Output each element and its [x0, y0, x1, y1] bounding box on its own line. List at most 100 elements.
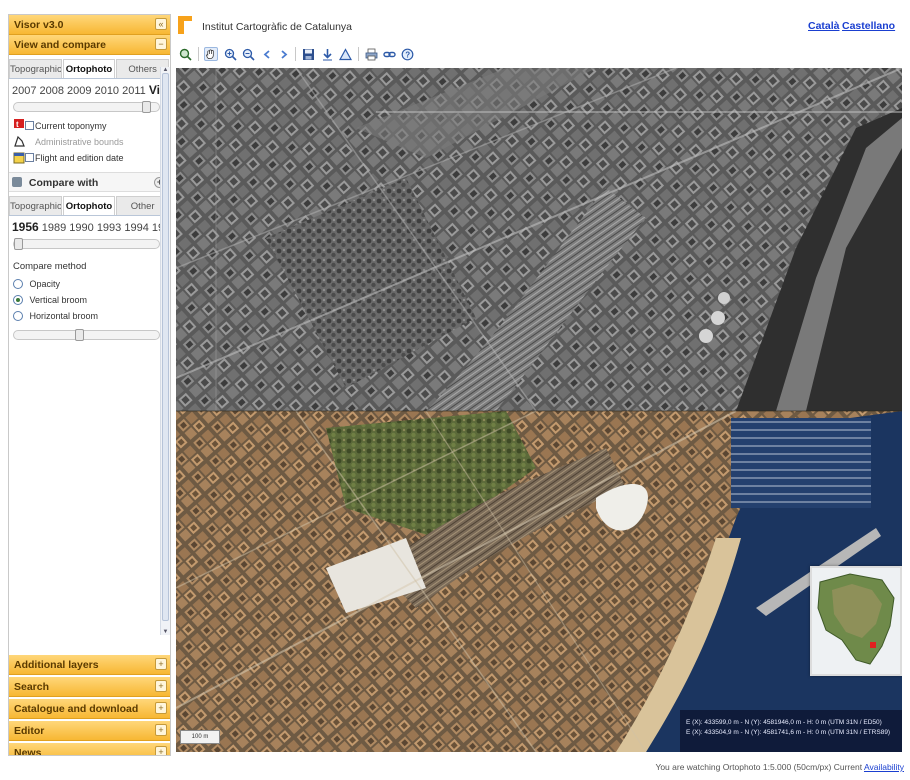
plus-icon[interactable]: +: [155, 680, 167, 692]
toponymy-icon: t: [14, 119, 24, 129]
section-catalogue-download[interactable]: Catalogue and download +: [9, 699, 170, 719]
method-opacity[interactable]: Opacity: [9, 276, 170, 292]
flight-date-checkbox[interactable]: [25, 153, 34, 162]
overview-map[interactable]: [810, 566, 902, 676]
toponymy-checkbox[interactable]: [25, 121, 34, 130]
zoom-in-icon[interactable]: [223, 47, 237, 61]
plus-icon[interactable]: +: [155, 724, 167, 736]
compare-year-slider[interactable]: [13, 238, 160, 250]
toolbar-separator: [198, 47, 199, 61]
section-additional-layers[interactable]: Additional layers +: [9, 655, 170, 675]
orthophoto-map[interactable]: [176, 68, 902, 752]
availability-link[interactable]: Availability: [864, 762, 904, 772]
compare-icon: [12, 177, 22, 187]
map-viewport[interactable]: E (X): 433599,0 m - N (Y): 4581946,0 m -…: [176, 68, 902, 752]
compare-with-header[interactable]: Compare with +: [9, 172, 170, 192]
compare-method-label: Compare method: [13, 261, 87, 272]
section-view-compare[interactable]: View and compare −: [9, 35, 170, 55]
minus-icon[interactable]: −: [155, 38, 167, 50]
app-title: Visor v3.0: [14, 19, 64, 31]
download-icon[interactable]: [320, 47, 334, 61]
print-icon[interactable]: [364, 47, 378, 61]
lang-catala-link[interactable]: Català: [808, 20, 840, 32]
app-title-bar[interactable]: Visor v3.0 «: [9, 15, 170, 35]
next-icon[interactable]: [276, 47, 290, 61]
main-tabs: Topographic Ortophoto Others: [9, 59, 170, 79]
compare-method-slider-thumb[interactable]: [75, 329, 84, 341]
coords-line-etrs89: E (X): 433504,9 m - N (Y): 4581741,6 m -…: [686, 729, 891, 736]
marina: [731, 418, 871, 508]
svg-text:t: t: [16, 120, 19, 129]
compare-tabs: Topographic Ortophoto Other: [9, 196, 170, 216]
radio-button[interactable]: [13, 279, 23, 289]
tab-ortophoto[interactable]: Ortophoto: [62, 59, 116, 78]
compare-year-current[interactable]: 1956: [12, 220, 39, 234]
scrollbar-thumb[interactable]: [162, 73, 169, 621]
section-search[interactable]: Search +: [9, 677, 170, 697]
help-icon[interactable]: ?: [400, 47, 414, 61]
zoom-out-icon[interactable]: [241, 47, 255, 61]
radio-button[interactable]: [13, 311, 23, 321]
layer-label: Current toponymy: [35, 121, 107, 131]
section-label: Catalogue and download: [14, 703, 139, 715]
compare-year-selector[interactable]: 1956 1989 1990 1993 1994 1995 1: [9, 216, 170, 234]
site-title: Institut Cartogràfic de Catalunya: [202, 21, 352, 33]
compare-year-list[interactable]: 1989 1990 1993 1994 1995 1: [42, 222, 170, 234]
radio-button[interactable]: [13, 295, 23, 305]
section-label: Additional layers: [14, 659, 99, 671]
icc-logo[interactable]: [178, 16, 196, 34]
plus-icon[interactable]: +: [155, 658, 167, 670]
year-list[interactable]: 2007 2008 2009 2010 2011: [12, 85, 146, 97]
measure-icon[interactable]: [338, 47, 352, 61]
layer-flight-date[interactable]: Flight and edition date: [9, 150, 170, 166]
tab-compare-ortophoto[interactable]: Ortophoto: [62, 196, 116, 215]
previous-icon[interactable]: [260, 47, 274, 61]
plus-icon[interactable]: +: [155, 702, 167, 714]
section-editor[interactable]: Editor +: [9, 721, 170, 741]
method-label: Horizontal broom: [29, 311, 99, 321]
tab-compare-topographic[interactable]: Topographic: [9, 196, 62, 215]
section-label: View and compare: [14, 39, 107, 51]
svg-text:?: ?: [405, 50, 410, 59]
layer-label: Administrative bounds: [35, 137, 124, 147]
section-label: Editor: [14, 725, 45, 737]
scale-bar: 100 m: [180, 730, 220, 744]
tab-topographic[interactable]: Topographic: [9, 59, 62, 78]
save-icon[interactable]: [301, 47, 315, 61]
scroll-down-icon[interactable]: ▼: [162, 629, 169, 635]
plus-icon[interactable]: +: [155, 746, 167, 755]
coords-line-ed50: E (X): 433599,0 m - N (Y): 4581946,0 m -…: [686, 719, 882, 726]
coordinates-readout: E (X): 433599,0 m - N (Y): 4581946,0 m -…: [680, 710, 902, 752]
map-toolbar: ?: [176, 44, 902, 66]
year-slider[interactable]: [13, 101, 160, 113]
side-panel: Visor v3.0 « View and compare − Topograp…: [8, 14, 171, 756]
status-text: You are watching Ortophoto 1:5.000 (50cm…: [655, 762, 863, 772]
catalonia-overview-icon: [812, 568, 900, 674]
method-horizontal-broom[interactable]: Horizontal broom: [9, 308, 170, 324]
app-window: Visor v3.0 « View and compare − Topograp…: [0, 0, 910, 780]
year-selector[interactable]: 2007 2008 2009 2010 2011 Vigent: [9, 79, 170, 97]
layer-label: Flight and edition date: [35, 153, 124, 163]
link-icon[interactable]: [382, 47, 396, 61]
compare-with-label: Compare with: [28, 177, 99, 189]
section-label: Search: [14, 681, 50, 693]
compare-year-slider-thumb[interactable]: [14, 238, 23, 250]
method-vertical-broom[interactable]: Vertical broom: [9, 292, 170, 308]
lang-castellano-link[interactable]: Castellano: [842, 20, 895, 32]
layer-bounds[interactable]: Administrative bounds: [9, 134, 170, 150]
toolbar-separator: [358, 47, 359, 61]
year-slider-thumb[interactable]: [142, 101, 151, 113]
section-news[interactable]: News +: [9, 743, 170, 756]
section-label: News: [14, 747, 42, 756]
status-bar: You are watching Ortophoto 1:5.000 (50cm…: [176, 762, 908, 776]
overview-icon[interactable]: [178, 47, 192, 61]
pan-hand-icon[interactable]: [204, 47, 218, 61]
toolbar-separator: [295, 47, 296, 61]
bottom-sections: Additional layers + Search + Catalogue a…: [9, 655, 170, 756]
collapse-icon[interactable]: «: [155, 18, 167, 30]
panel-scrollbar[interactable]: ▲ ▼: [160, 67, 170, 635]
layer-toponymy[interactable]: t Current toponymy: [9, 118, 170, 134]
compare-method-slider[interactable]: [13, 329, 160, 341]
bounds-icon: [14, 135, 25, 147]
header: Institut Cartogràfic de Catalunya Català…: [176, 14, 902, 42]
